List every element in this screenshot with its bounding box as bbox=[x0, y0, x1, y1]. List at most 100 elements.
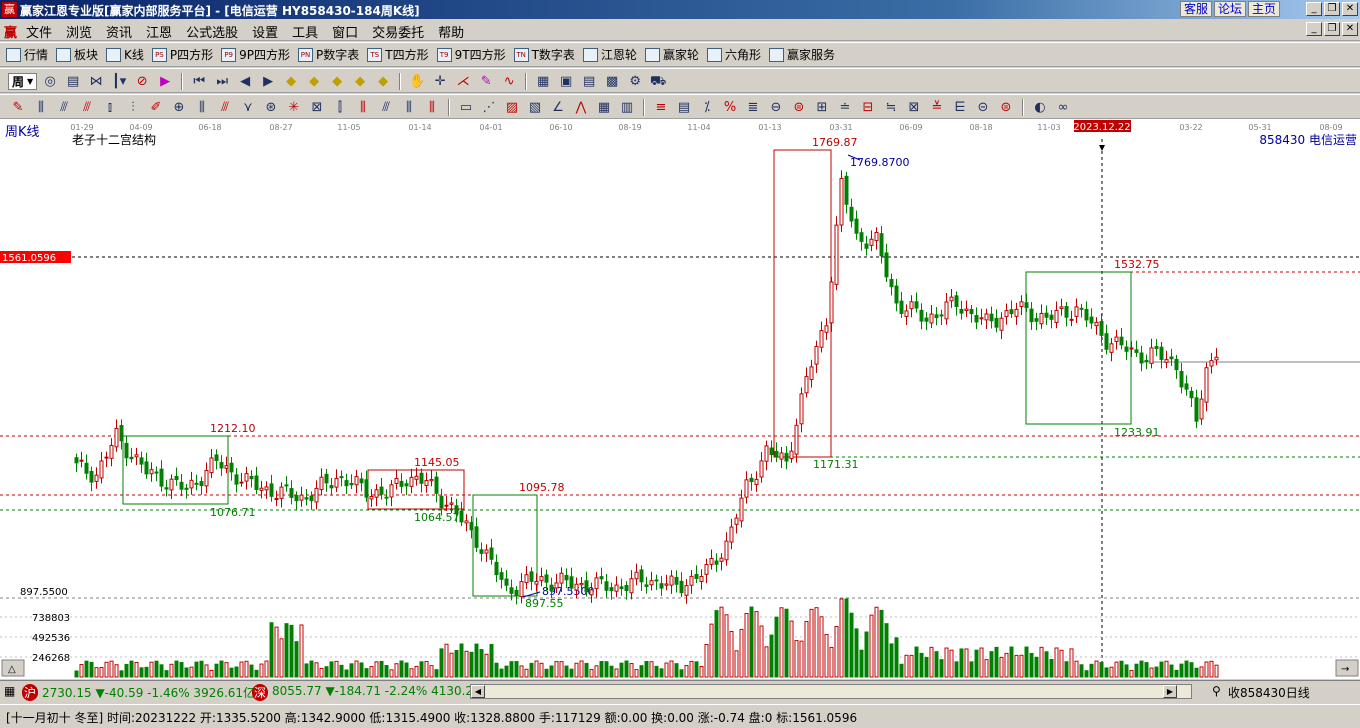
menu-item[interactable]: 公式选股 bbox=[186, 22, 238, 41]
sh-index-text[interactable]: 2730.15 ▼-40.59 -1.46% 3926.61亿 bbox=[42, 684, 255, 701]
toolbar-item[interactable]: 行情 bbox=[6, 46, 48, 63]
drawing-tool-42-icon[interactable]: ⊝ bbox=[973, 99, 993, 116]
drawing-tool-5-icon[interactable]: ⫾ bbox=[100, 99, 120, 116]
drawing-tool-40-icon[interactable]: ≚ bbox=[927, 99, 947, 116]
drawing-tool-21-icon[interactable]: ⋰ bbox=[479, 99, 499, 116]
drawing-tool-6-icon[interactable]: ⫶ bbox=[123, 99, 143, 116]
minimize-button[interactable]: _ bbox=[1306, 2, 1322, 16]
diamond-d-icon[interactable]: ◆ bbox=[350, 73, 370, 90]
table-icon[interactable]: ▤ bbox=[579, 73, 599, 90]
drawing-tool-11-icon[interactable]: ⋎ bbox=[238, 99, 258, 116]
drawing-tool-17-icon[interactable]: ⫻ bbox=[376, 99, 396, 116]
line-tool-icon[interactable]: ⋌ bbox=[453, 73, 473, 90]
drawing-tool-28-icon[interactable]: ≡ bbox=[651, 99, 671, 116]
homepage-link[interactable]: 主页 bbox=[1247, 1, 1280, 17]
drawing-tool-20-icon[interactable]: ▭ bbox=[456, 99, 476, 116]
drawing-tool-8-icon[interactable]: ⊕ bbox=[169, 99, 189, 116]
drawing-tool-27-icon[interactable]: ▥ bbox=[617, 99, 637, 116]
kline-chart[interactable]: 01-29 04-09 06-18 08-27 11-05 01-14 04-01 06-10… bbox=[0, 119, 1360, 679]
drawing-tool-35-icon[interactable]: ⊞ bbox=[812, 99, 832, 116]
menu-item[interactable]: 浏览 bbox=[66, 22, 92, 41]
drawing-tool-33-icon[interactable]: ⊖ bbox=[766, 99, 786, 116]
child-minimize-button[interactable]: _ bbox=[1306, 22, 1322, 36]
chart-c-icon[interactable]: ⋈ bbox=[86, 73, 106, 90]
first-icon[interactable]: ⏮ bbox=[189, 73, 209, 90]
drawing-tool-44-icon[interactable]: ◐ bbox=[1030, 99, 1050, 116]
diamond-b-icon[interactable]: ◆ bbox=[304, 73, 324, 90]
drawing-tool-36-icon[interactable]: ≐ bbox=[835, 99, 855, 116]
drawing-tool-39-icon[interactable]: ⊠ bbox=[904, 99, 924, 116]
menu-item[interactable]: 窗口 bbox=[332, 22, 358, 41]
diamond-c-icon[interactable]: ◆ bbox=[327, 73, 347, 90]
drawing-tool-37-icon[interactable]: ⊟ bbox=[858, 99, 878, 116]
menu-item[interactable]: 设置 bbox=[252, 22, 278, 41]
menu-item[interactable]: 工具 bbox=[292, 22, 318, 41]
scroll-left-arrow-icon[interactable]: ◀ bbox=[471, 685, 485, 698]
service-link[interactable]: 客服 bbox=[1179, 1, 1212, 17]
drawing-tool-15-icon[interactable]: ⫿ bbox=[330, 99, 350, 116]
diamond-e-icon[interactable]: ◆ bbox=[373, 73, 393, 90]
toolbar-item[interactable]: TN T数字表 bbox=[513, 46, 575, 63]
toolbar-item[interactable]: 赢家轮 bbox=[644, 46, 699, 63]
candle-type-icon[interactable]: ┃▾ bbox=[109, 73, 129, 90]
drawing-tool-23-icon[interactable]: ▧ bbox=[525, 99, 545, 116]
drawing-tool-16-icon[interactable]: ⫼ bbox=[353, 99, 373, 116]
toolbar-item[interactable]: P9 9P四方形 bbox=[221, 46, 290, 63]
drawing-tool-4-icon[interactable]: ⫻ bbox=[77, 99, 97, 116]
forum-link[interactable]: 论坛 bbox=[1213, 1, 1246, 17]
toolbar-item[interactable]: PS P四方形 bbox=[151, 46, 213, 63]
toolbar-item[interactable]: K线 bbox=[106, 46, 144, 63]
drawing-tool-19-icon[interactable]: ⫼ bbox=[422, 99, 442, 116]
menu-item[interactable]: 帮助 bbox=[438, 22, 464, 41]
drawing-tool-14-icon[interactable]: ⊠ bbox=[307, 99, 327, 116]
drawing-tool-26-icon[interactable]: ▦ bbox=[594, 99, 614, 116]
drawing-tool-38-icon[interactable]: ≒ bbox=[881, 99, 901, 116]
drawing-tool-12-icon[interactable]: ⊛ bbox=[261, 99, 281, 116]
crosshair-icon[interactable]: ✛ bbox=[430, 73, 450, 90]
menu-item[interactable]: 交易委托 bbox=[372, 22, 424, 41]
chart-b-icon[interactable]: ▤ bbox=[63, 73, 83, 90]
toolbar-item[interactable]: 江恩轮 bbox=[582, 46, 637, 63]
horizontal-scrollbar[interactable]: ◀ ▶ bbox=[470, 684, 1192, 699]
wave-tool-icon[interactable]: ∿ bbox=[499, 73, 519, 90]
child-restore-button[interactable]: ❐ bbox=[1324, 22, 1340, 36]
settings-icon[interactable]: ⚙ bbox=[625, 73, 645, 90]
hand-icon[interactable]: ✋ bbox=[407, 73, 427, 90]
save-icon[interactable]: ▩ bbox=[602, 73, 622, 90]
drawing-tool-24-icon[interactable]: ∠ bbox=[548, 99, 568, 116]
indicator-icon[interactable]: ⊘ bbox=[132, 73, 152, 90]
pen-tool-icon[interactable]: ✎ bbox=[476, 73, 496, 90]
close-button[interactable]: ✕ bbox=[1342, 2, 1358, 16]
maximize-button[interactable]: ❐ bbox=[1324, 2, 1340, 16]
drawing-tool-7-icon[interactable]: ✐ bbox=[146, 99, 166, 116]
grid-icon[interactable]: ▦ bbox=[4, 684, 15, 698]
calculator-icon[interactable]: ▣ bbox=[556, 73, 576, 90]
last-icon[interactable]: ⏭ bbox=[212, 73, 232, 90]
drawing-tool-29-icon[interactable]: ▤ bbox=[674, 99, 694, 116]
menu-item[interactable]: 江恩 bbox=[146, 22, 172, 41]
drawing-tool-13-icon[interactable]: ✳ bbox=[284, 99, 304, 116]
truck-icon[interactable]: ⛟ bbox=[648, 73, 668, 90]
calendar-icon[interactable]: ▦ bbox=[533, 73, 553, 90]
toolbar-item[interactable]: T9 9T四方形 bbox=[436, 46, 506, 63]
flag-icon[interactable]: ▶ bbox=[155, 73, 175, 90]
drawing-tool-18-icon[interactable]: ⫼ bbox=[399, 99, 419, 116]
drawing-tool-22-icon[interactable]: ▨ bbox=[502, 99, 522, 116]
drawing-tool-34-icon[interactable]: ⊜ bbox=[789, 99, 809, 116]
child-close-button[interactable]: ✕ bbox=[1342, 22, 1358, 36]
drawing-tool-3-icon[interactable]: ⫻ bbox=[54, 99, 74, 116]
next-icon[interactable]: ▶ bbox=[258, 73, 278, 90]
drawing-tool-30-icon[interactable]: ⁒ bbox=[697, 99, 717, 116]
diamond-a-icon[interactable]: ◆ bbox=[281, 73, 301, 90]
toolbar-item[interactable]: 赢家服务 bbox=[768, 46, 835, 63]
period-selector[interactable]: 周 ▼ bbox=[8, 73, 38, 90]
drawing-tool-43-icon[interactable]: ⊜ bbox=[996, 99, 1016, 116]
toolbar-item[interactable]: PN P数字表 bbox=[298, 46, 359, 63]
toolbar-item[interactable]: 板块 bbox=[56, 46, 98, 63]
toolbar-item[interactable]: 六角形 bbox=[706, 46, 761, 63]
sz-index-text[interactable]: 8055.77 ▼-184.71 -2.24% 4130.2 bbox=[272, 684, 473, 698]
drawing-tool-32-icon[interactable]: ≣ bbox=[743, 99, 763, 116]
menu-item[interactable]: 文件 bbox=[26, 22, 52, 41]
drawing-tool-25-icon[interactable]: ⋀ bbox=[571, 99, 591, 116]
drawing-tool-45-icon[interactable]: ∞ bbox=[1053, 99, 1073, 116]
